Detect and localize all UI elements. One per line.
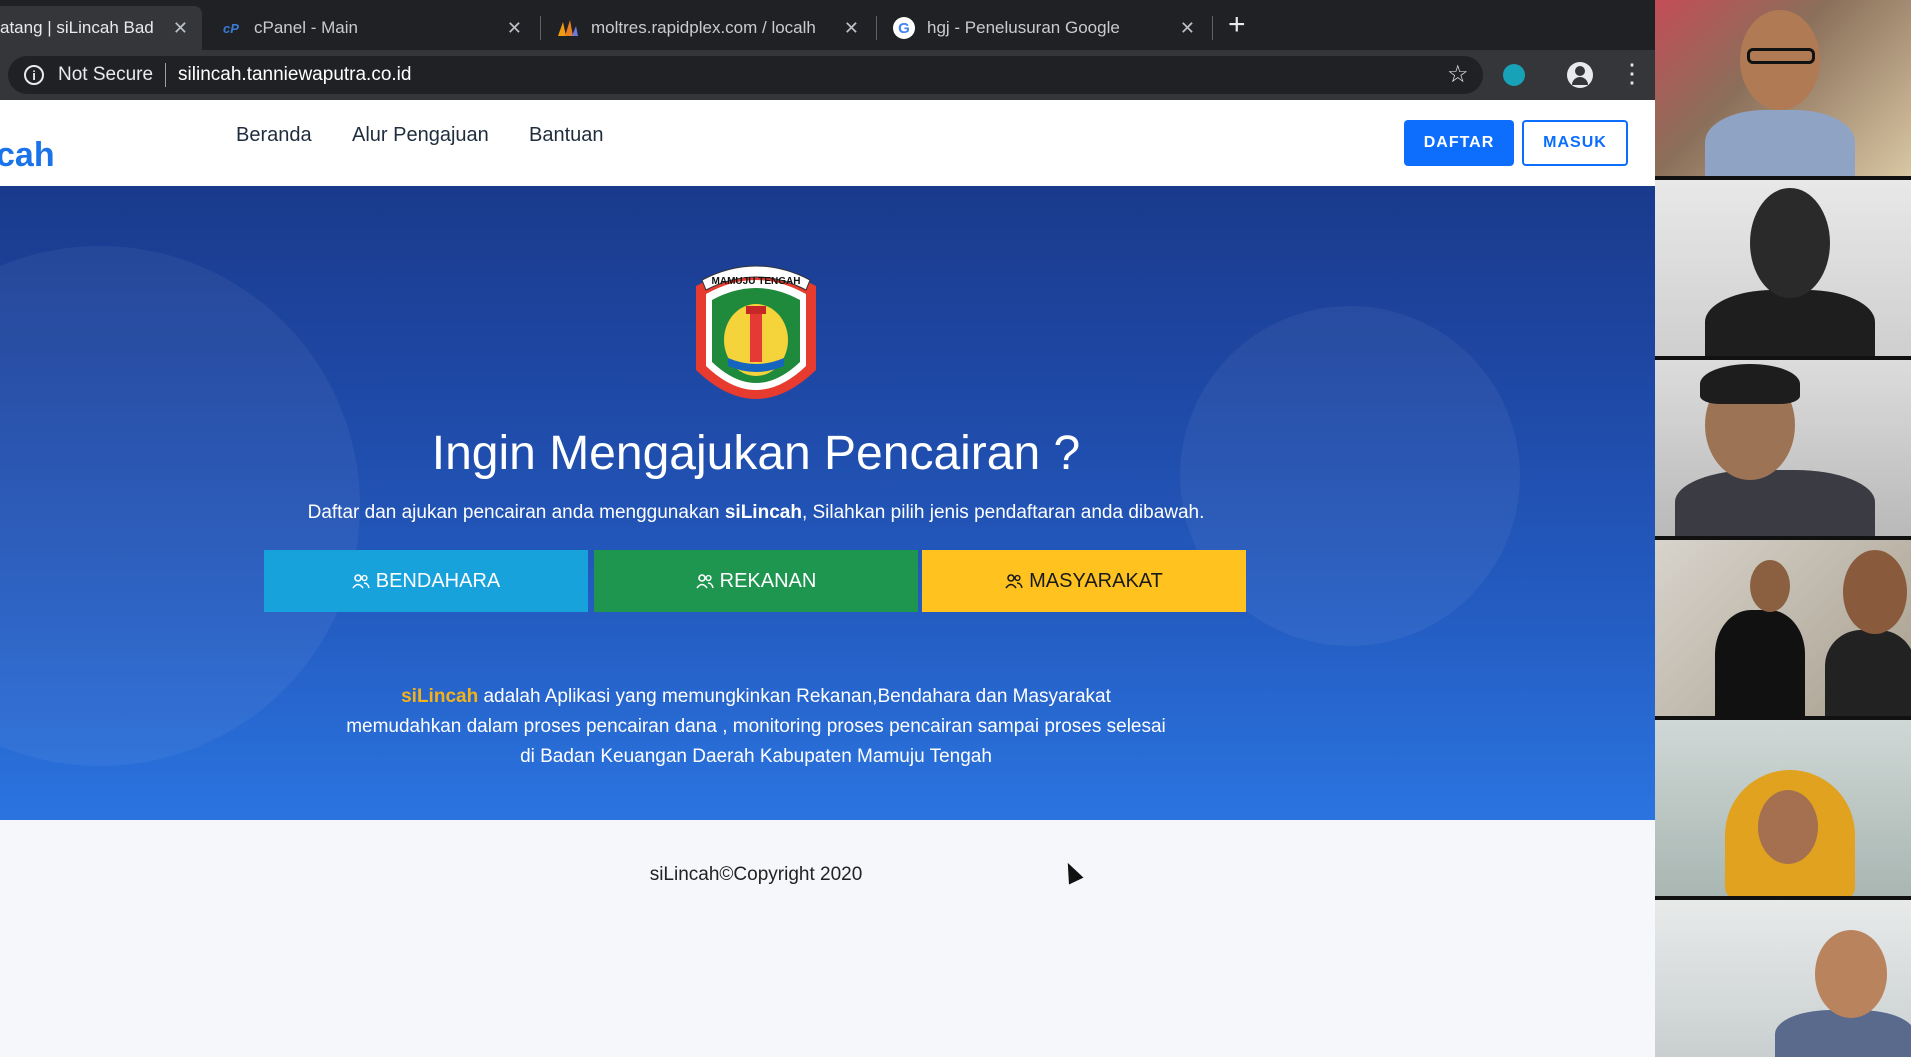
users-icon xyxy=(1005,574,1023,589)
participant-video[interactable] xyxy=(1655,540,1911,716)
participant-body xyxy=(1715,610,1805,716)
video-call-strip xyxy=(1655,0,1911,1057)
participant-video[interactable] xyxy=(1655,180,1911,356)
hero-subtitle-text: Daftar dan ajukan pencairan anda menggun… xyxy=(307,502,725,523)
hero-subtitle: Daftar dan ajukan pencairan anda menggun… xyxy=(0,502,1512,524)
daftar-button[interactable]: DAFTAR xyxy=(1404,120,1514,166)
participant-video[interactable] xyxy=(1655,900,1911,1057)
participant-video[interactable] xyxy=(1655,720,1911,896)
tab-separator xyxy=(1212,16,1213,40)
new-tab-icon[interactable]: + xyxy=(1228,8,1246,42)
masuk-button[interactable]: MASUK xyxy=(1522,120,1628,166)
close-tab-icon[interactable]: ✕ xyxy=(844,18,859,39)
tab-bar: atang | siLincah Bad ✕ cP cPanel - Main … xyxy=(0,0,1655,50)
divider xyxy=(165,63,167,87)
participant-head xyxy=(1815,930,1887,1018)
tab-title: cPanel - Main xyxy=(254,18,358,37)
hero-description: siLincah adalah Aplikasi yang memungkink… xyxy=(0,682,1512,772)
rekanan-button[interactable]: REKANAN xyxy=(594,550,918,612)
bookmark-star-icon[interactable]: ☆ xyxy=(1447,60,1469,89)
page-content: cah Beranda Alur Pengajuan Bantuan DAFTA… xyxy=(0,100,1655,1057)
nav-beranda[interactable]: Beranda xyxy=(236,124,312,147)
masyarakat-label: MASYARAKAT xyxy=(1029,569,1163,592)
address-bar[interactable]: i Not Secure silincah.tanniewaputra.co.i… xyxy=(8,56,1483,94)
svg-text:MAMUJU TENGAH: MAMUJU TENGAH xyxy=(712,276,801,287)
participant-head xyxy=(1843,550,1907,634)
participant-hair xyxy=(1700,364,1800,404)
kebab-menu-icon[interactable]: ⋮ xyxy=(1619,60,1645,86)
info-icon[interactable]: i xyxy=(24,65,44,85)
close-tab-icon[interactable]: ✕ xyxy=(173,18,188,39)
description-brand: siLincah xyxy=(401,686,479,707)
cpanel-favicon-icon: cP xyxy=(223,20,239,36)
tab-title: atang | siLincah Bad xyxy=(0,18,154,37)
site-navbar: cah Beranda Alur Pengajuan Bantuan DAFTA… xyxy=(0,100,1655,186)
site-footer: siLincah©Copyright 2020 xyxy=(0,820,1655,1057)
tab-title: moltres.rapidplex.com / localh xyxy=(591,18,816,37)
mamuju-tengah-logo: MAMUJU TENGAH xyxy=(692,258,820,414)
participant-body xyxy=(1825,630,1911,716)
tab-google[interactable]: G hgj - Penelusuran Google ✕ xyxy=(877,6,1209,50)
tab-cpanel[interactable]: cP cPanel - Main ✕ xyxy=(204,6,536,50)
hero-title: Ingin Mengajukan Pencairan ? xyxy=(431,427,1081,480)
participant-body xyxy=(1705,110,1855,176)
hero-subtitle-brand: siLincah xyxy=(724,502,802,523)
participant-video[interactable] xyxy=(1655,360,1911,536)
participant-head xyxy=(1750,188,1830,298)
masyarakat-button[interactable]: MASYARAKAT xyxy=(922,550,1246,612)
users-icon xyxy=(352,574,370,589)
url-text[interactable]: silincah.tanniewaputra.co.id xyxy=(178,64,411,86)
rekanan-label: REKANAN xyxy=(719,569,817,592)
participant-head xyxy=(1750,560,1790,612)
copyright-text: siLincah©Copyright 2020 xyxy=(649,864,863,885)
description-line: di Badan Keuangan Daerah Kabupaten Mamuj… xyxy=(520,746,992,767)
tab-title: hgj - Penelusuran Google xyxy=(927,18,1120,37)
glasses-icon xyxy=(1747,48,1815,64)
nav-alur-pengajuan[interactable]: Alur Pengajuan xyxy=(352,124,489,147)
participant-video[interactable] xyxy=(1655,0,1911,176)
description-line: siLincah adalah Aplikasi yang memungkink… xyxy=(0,682,1512,712)
bendahara-button[interactable]: BENDAHARA xyxy=(264,550,588,612)
extension-icon[interactable] xyxy=(1503,64,1525,86)
site-brand[interactable]: cah xyxy=(0,136,55,175)
users-icon xyxy=(695,574,714,589)
phpmyadmin-favicon-icon xyxy=(557,17,579,39)
tab-phpmyadmin[interactable]: moltres.rapidplex.com / localh ✕ xyxy=(541,6,873,50)
profile-icon[interactable] xyxy=(1567,62,1593,88)
hero-section: MAMUJU TENGAH Ingin Mengajukan Pencairan… xyxy=(0,186,1655,820)
google-favicon-icon: G xyxy=(893,17,915,39)
browser-window: atang | siLincah Bad ✕ cP cPanel - Main … xyxy=(0,0,1655,1057)
participant-head xyxy=(1758,790,1818,864)
bendahara-label: BENDAHARA xyxy=(375,569,501,592)
participant-body xyxy=(1705,290,1875,356)
logo-caption: MAMUJU TENGAH xyxy=(712,276,801,287)
tab-silincah[interactable]: atang | siLincah Bad ✕ xyxy=(0,6,202,50)
security-label: Not Secure xyxy=(58,64,154,85)
close-tab-icon[interactable]: ✕ xyxy=(507,18,522,39)
nav-bantuan[interactable]: Bantuan xyxy=(529,124,604,147)
hero-subtitle-text: , Silahkan pilih jenis pendaftaran anda … xyxy=(801,502,1205,523)
participant-body xyxy=(1675,470,1875,536)
close-tab-icon[interactable]: ✕ xyxy=(1180,18,1195,39)
browser-toolbar: i Not Secure silincah.tanniewaputra.co.i… xyxy=(0,50,1655,100)
description-line: memudahkan dalam proses pencairan dana ,… xyxy=(346,716,1166,737)
description-text: adalah Aplikasi yang memungkinkan Rekana… xyxy=(478,686,1111,707)
